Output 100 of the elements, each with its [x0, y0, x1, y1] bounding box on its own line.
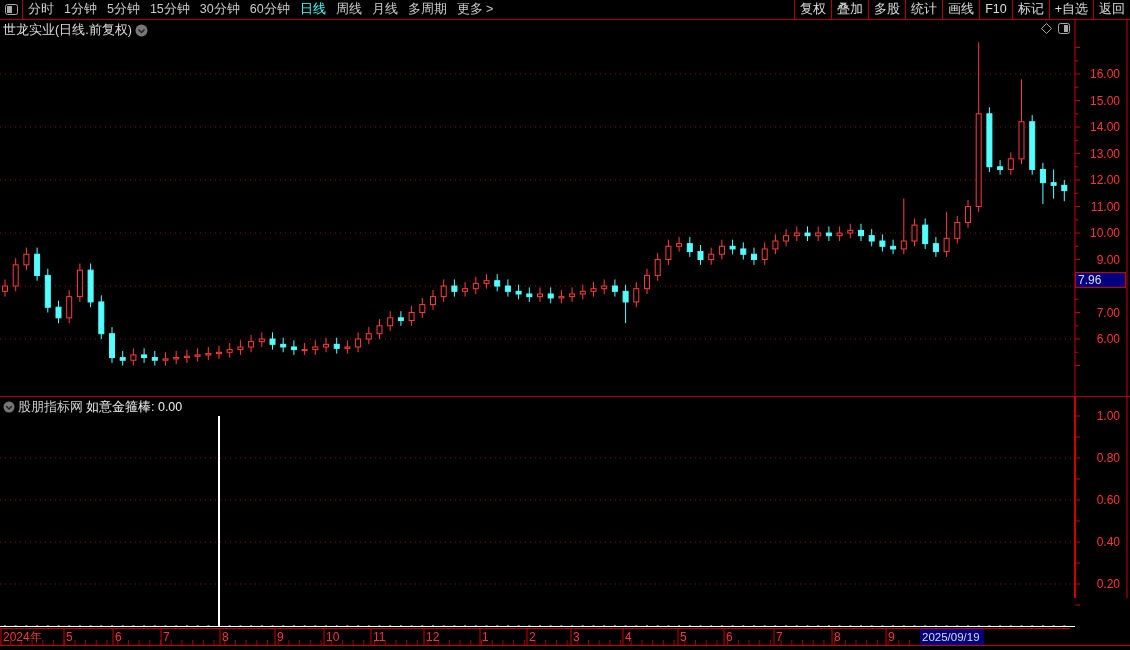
candlestick: [622, 284, 629, 324]
candlestick: [280, 337, 287, 353]
candlestick: [462, 281, 469, 298]
axis-label: 16.00: [1089, 67, 1120, 82]
candlestick: [954, 215, 961, 245]
axis-label: 8: [834, 630, 841, 644]
axis-label: 5: [680, 630, 687, 644]
period-tab[interactable]: 日线: [294, 0, 331, 19]
period-tab[interactable]: 60分钟: [244, 0, 295, 19]
chart-title: 世龙实业(日线.前复权): [3, 22, 132, 39]
candlestick: [729, 239, 736, 255]
date-tag: 2025/09/19: [920, 629, 984, 645]
period-tab[interactable]: 多周期: [402, 0, 452, 19]
candlestick: [162, 351, 169, 367]
axis-label: 6.00: [1096, 332, 1120, 347]
toolbar-button[interactable]: 统计: [905, 0, 943, 19]
candlestick: [55, 300, 62, 324]
indicator-source: 股朋指标网: [18, 399, 83, 416]
indicator-reading: 如意金箍棒: 0.00: [86, 399, 183, 416]
period-tab[interactable]: 5分钟: [101, 0, 145, 19]
candlestick: [333, 337, 340, 355]
period-tab[interactable]: 周线: [330, 0, 367, 19]
candlestick: [515, 284, 522, 300]
panel-toggle-icon[interactable]: [4, 4, 18, 15]
toolbar-button[interactable]: +自选: [1048, 0, 1093, 19]
candlestick: [665, 239, 672, 266]
candlestick: [376, 318, 383, 340]
candlestick: [836, 225, 843, 242]
candlestick: [526, 286, 533, 303]
candlestick: [708, 247, 715, 266]
axis-label: 0.20: [1096, 577, 1120, 591]
candlestick: [66, 289, 73, 324]
axis-label: 13.00: [1089, 146, 1120, 161]
axis-label: 12.00: [1089, 173, 1120, 188]
axis-label: 7.00: [1096, 305, 1120, 320]
period-tab[interactable]: 1分钟: [59, 0, 102, 19]
candlestick: [312, 339, 319, 356]
period-tab[interactable]: 月线: [366, 0, 403, 19]
candlestick: [847, 223, 854, 239]
candlestick: [323, 337, 329, 353]
candlestick: [301, 342, 308, 356]
toolbar-button[interactable]: 叠加: [831, 0, 869, 19]
axis-label: 10.00: [1089, 226, 1120, 241]
price-tag: 7.96: [1075, 272, 1126, 288]
candlestick: [397, 310, 404, 327]
toolbar-button[interactable]: F10: [979, 0, 1012, 19]
diamond-icon[interactable]: [1041, 23, 1052, 34]
axis-label: 7: [163, 630, 170, 644]
toolbar-button[interactable]: 返回: [1093, 0, 1130, 19]
candlestick: [986, 106, 993, 173]
candlestick: [644, 268, 650, 295]
candlestick: [1007, 151, 1014, 176]
toolbar-button[interactable]: 标记: [1011, 0, 1049, 19]
axis-label: 9: [888, 630, 895, 644]
candlestick: [590, 281, 597, 298]
candlestick: [686, 236, 693, 258]
axis-label: 8: [222, 630, 229, 644]
toolbar-button[interactable]: 画线: [942, 0, 980, 19]
period-tab[interactable]: 分时: [23, 0, 59, 19]
candlestick: [151, 350, 158, 367]
candlestick: [130, 347, 137, 367]
candlestick: [408, 305, 415, 327]
candlestick: [558, 289, 565, 304]
candlestick: [269, 331, 276, 351]
period-tab[interactable]: 30分钟: [194, 0, 245, 19]
candlestick: [569, 286, 576, 303]
period-tab[interactable]: 更多 >: [451, 0, 499, 19]
candlestick: [654, 252, 661, 282]
axis-label: 3: [573, 630, 580, 644]
panel-toggle-icon[interactable]: [1058, 23, 1070, 34]
candlestick: [943, 211, 950, 258]
candlestick: [365, 326, 372, 345]
candlestick: [911, 217, 918, 247]
axis-label: 0.60: [1096, 493, 1120, 507]
candlestick: [815, 225, 822, 242]
dropdown-icon[interactable]: [3, 401, 15, 414]
candlestick: [2, 278, 8, 298]
candlestick: [344, 339, 351, 355]
candlestick: [783, 228, 790, 247]
candlestick: [119, 350, 126, 367]
candlestick: [547, 286, 554, 304]
candlestick: [868, 228, 875, 247]
axis-label: 14.00: [1089, 120, 1120, 135]
candlestick: [1029, 114, 1036, 176]
axis-label: 1: [482, 630, 489, 644]
candlestick: [34, 247, 41, 282]
candlestick: [109, 326, 115, 364]
candlestick: [965, 199, 971, 229]
dropdown-icon[interactable]: [134, 23, 148, 37]
axis-label: 6: [726, 630, 733, 644]
toolbar-button[interactable]: 复权: [794, 0, 832, 19]
axis-label: 6: [115, 630, 122, 644]
toolbar-button[interactable]: 多股: [868, 0, 906, 19]
period-tab[interactable]: 15分钟: [144, 0, 195, 19]
candlestick: [718, 239, 725, 261]
candlestick: [355, 331, 362, 353]
candlestick: [804, 225, 811, 242]
axis-label: 0.40: [1096, 535, 1120, 549]
candlestick: [922, 217, 929, 250]
axis-label: 7: [776, 630, 783, 644]
